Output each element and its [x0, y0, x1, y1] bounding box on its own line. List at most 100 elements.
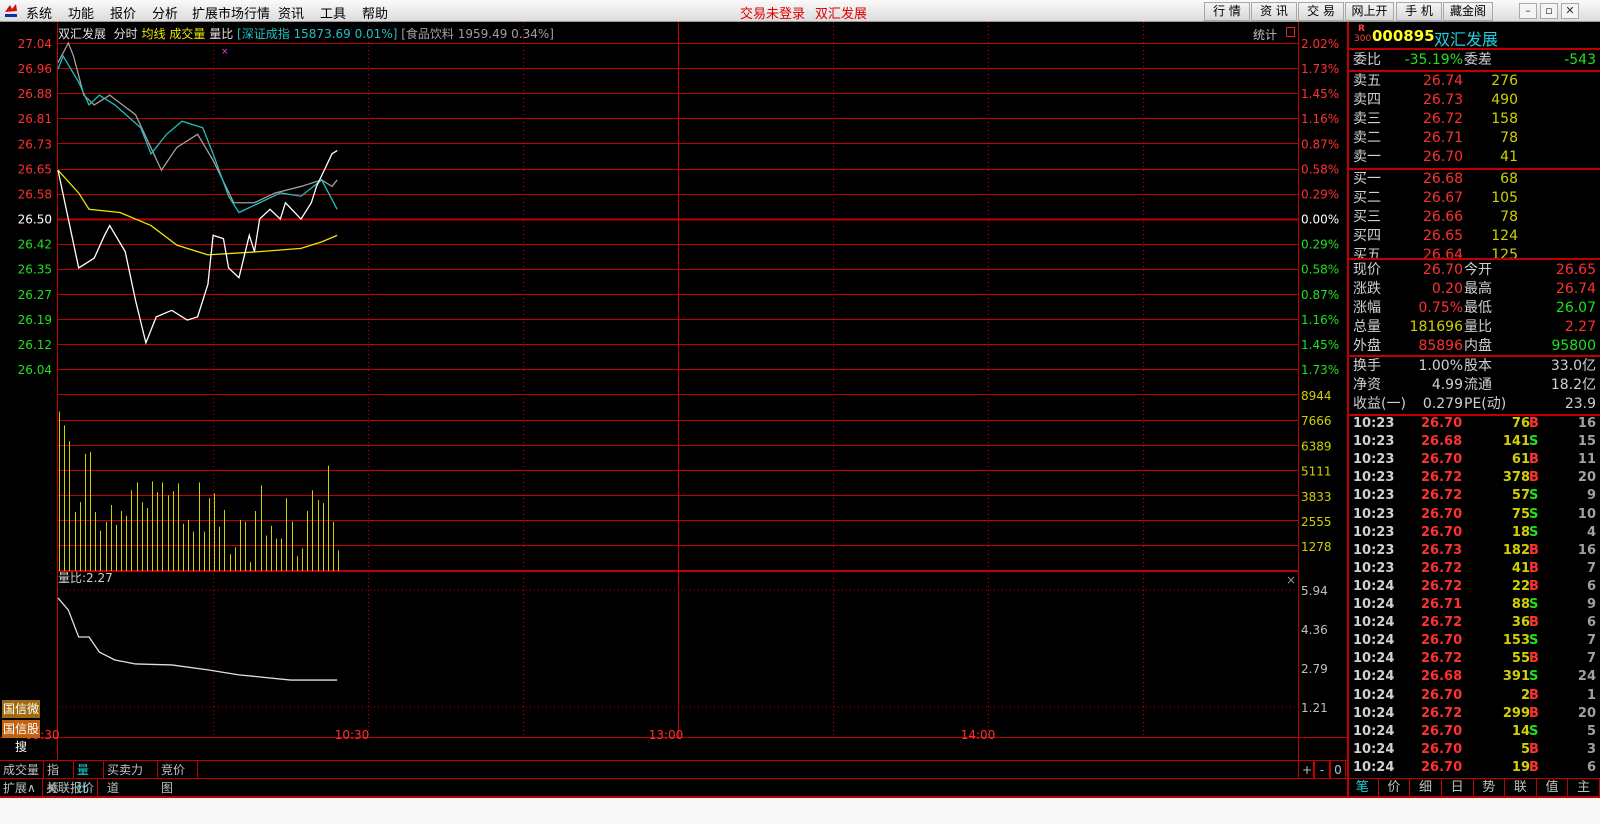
stat-value: 95800: [1551, 338, 1596, 354]
tick-time: 10:24: [1353, 597, 1395, 612]
tick-side: B: [1529, 542, 1539, 558]
close-icon[interactable]: ✕: [1561, 3, 1579, 19]
quote-tab[interactable]: 日: [1442, 779, 1474, 796]
stat-label: 最低: [1464, 300, 1492, 316]
stat-row: 外盘 85896 内盘 95800: [1353, 337, 1596, 356]
price-tick: 26.73: [18, 137, 52, 151]
intraday-chart[interactable]: 27.04 26.96 26.88 26.81 26.73 26.65 26.58 26.50…: [0, 22, 1347, 760]
quote-tab[interactable]: 价: [1379, 779, 1411, 796]
liangbi-legend[interactable]: 量比: [209, 27, 233, 41]
trade-tick-row: 10:24 26.72 22 B 6: [1353, 578, 1596, 596]
ext-tab[interactable]: 关联报价: [43, 779, 98, 797]
tick-price: 26.72: [1421, 705, 1463, 721]
tick-count: 3: [1586, 741, 1596, 757]
level-label: 买三: [1353, 209, 1381, 225]
price-tick: 26.42: [18, 238, 52, 252]
ext-tab[interactable]: 扩展∧: [0, 779, 43, 797]
zoom-reset-button[interactable]: 0: [1330, 761, 1346, 779]
trade-tick-row: 10:24 26.70 19 B 6: [1353, 759, 1596, 777]
sell-level: 卖三 26.72 158: [1353, 110, 1596, 129]
tick-count: 24: [1577, 669, 1596, 685]
liangbi-line: [57, 597, 338, 681]
liangbi-tick: 4.36: [1301, 623, 1328, 637]
avg-legend[interactable]: 均线: [142, 27, 166, 41]
weicha-value: -543: [1564, 52, 1596, 68]
trade-tick-row: 10:24 26.70 5 B 3: [1353, 741, 1596, 759]
price-tick: 26.19: [18, 313, 52, 327]
quote-tab[interactable]: 值: [1537, 779, 1569, 796]
quote-tab[interactable]: 主: [1568, 779, 1600, 796]
pct-tick: 0.87%: [1301, 137, 1339, 151]
tick-time: 10:23: [1353, 524, 1395, 540]
trade-tick-row: 10:23 26.68 141 S 15: [1353, 433, 1596, 451]
pct-tick: 0.58%: [1301, 263, 1339, 277]
zoom-out-button[interactable]: -: [1314, 761, 1330, 779]
sell-level: 卖一 26.70 41: [1353, 148, 1596, 167]
menu-item[interactable]: 资讯: [278, 3, 304, 22]
stock-title: 双汇发展: [815, 7, 868, 22]
menu-item[interactable]: 系统: [26, 3, 52, 22]
minimize-icon[interactable]: –: [1519, 3, 1537, 19]
quote-tab[interactable]: 联: [1505, 779, 1537, 796]
menu-item[interactable]: 扩展市场行情: [192, 3, 270, 22]
stat-button[interactable]: 统计: [1253, 26, 1277, 43]
menu-item[interactable]: 工具: [320, 3, 346, 22]
quote-tab[interactable]: 势: [1474, 779, 1506, 796]
tick-time: 10:24: [1353, 633, 1395, 649]
indicator-tab[interactable]: 成交量: [0, 761, 44, 779]
trade-tick-row: 10:23 26.72 378 B 20: [1353, 469, 1596, 487]
indicator-tab[interactable]: 量比: [74, 761, 104, 795]
tick-time: 10:24: [1353, 578, 1395, 594]
top-button[interactable]: 资 讯: [1251, 2, 1297, 21]
tick-time: 10:23: [1353, 416, 1395, 431]
stat-label: 总量: [1353, 319, 1381, 335]
indicator-tab[interactable]: 竞价图: [158, 761, 198, 795]
top-button[interactable]: 行 情: [1204, 2, 1250, 21]
price-tick: 26.96: [18, 62, 52, 76]
guoxin-wechat-button[interactable]: 国信微信: [2, 700, 40, 734]
menu-item[interactable]: 帮助: [362, 3, 388, 22]
stat-row: 总量 181696 量比 2.27: [1353, 318, 1596, 337]
tick-time: 10:23: [1353, 488, 1395, 504]
tick-price: 26.72: [1421, 651, 1463, 667]
weibi-row: 委比 -35.19% 委差 -543: [1353, 51, 1596, 70]
restore-icon[interactable]: ▫: [1540, 3, 1558, 19]
tick-volume: 141: [1502, 434, 1530, 450]
tick-side: B: [1529, 687, 1539, 703]
liangbi-label: 量比:2.27: [58, 571, 113, 585]
menu-item[interactable]: 功能: [68, 3, 94, 22]
level-volume: 276: [1491, 73, 1518, 89]
stat-value: 0.20: [1431, 281, 1463, 297]
quote-tab[interactable]: 笔: [1347, 779, 1379, 796]
fin-value: 1.00%: [1418, 358, 1463, 374]
tick-volume: 378: [1502, 470, 1530, 486]
top-button[interactable]: 交 易: [1298, 2, 1344, 21]
trade-tick-row: 10:24 26.72 299 B 20: [1353, 705, 1596, 723]
tick-price: 26.70: [1421, 524, 1463, 540]
stat-label: 最高: [1464, 281, 1492, 297]
tick-count: 6: [1586, 759, 1596, 775]
volume-legend[interactable]: 成交量: [169, 27, 205, 41]
mode-label[interactable]: 分时: [114, 27, 138, 41]
close-panel-icon[interactable]: ×: [1286, 573, 1296, 587]
fin-label: 流通: [1464, 377, 1492, 393]
menu-item[interactable]: 分析: [152, 3, 178, 22]
sector-legend: [食品饮料 1959.49 0.34%]: [401, 27, 554, 41]
top-button[interactable]: 手 机: [1396, 2, 1442, 21]
level-label: 买二: [1353, 190, 1381, 206]
panel-toggle-icon[interactable]: [1286, 27, 1295, 37]
tick-side: B: [1529, 416, 1539, 431]
top-button[interactable]: 网上开户: [1345, 2, 1394, 35]
r-badge: R: [1358, 24, 1365, 34]
top-button[interactable]: 藏金阁: [1443, 2, 1493, 21]
guoxin-search-button[interactable]: 国信股搜: [2, 720, 40, 754]
menu-item[interactable]: 报价: [110, 3, 136, 22]
zoom-in-button[interactable]: +: [1298, 761, 1314, 779]
stat-label: 现价: [1353, 262, 1381, 278]
indicator-tab[interactable]: 指标: [44, 761, 74, 795]
indicator-tab[interactable]: 买卖力道: [104, 761, 158, 795]
quote-tab[interactable]: 细: [1410, 779, 1442, 796]
tick-volume: 299: [1502, 705, 1530, 721]
tick-side: B: [1529, 651, 1539, 667]
pct-tick: 0.29%: [1301, 187, 1339, 201]
